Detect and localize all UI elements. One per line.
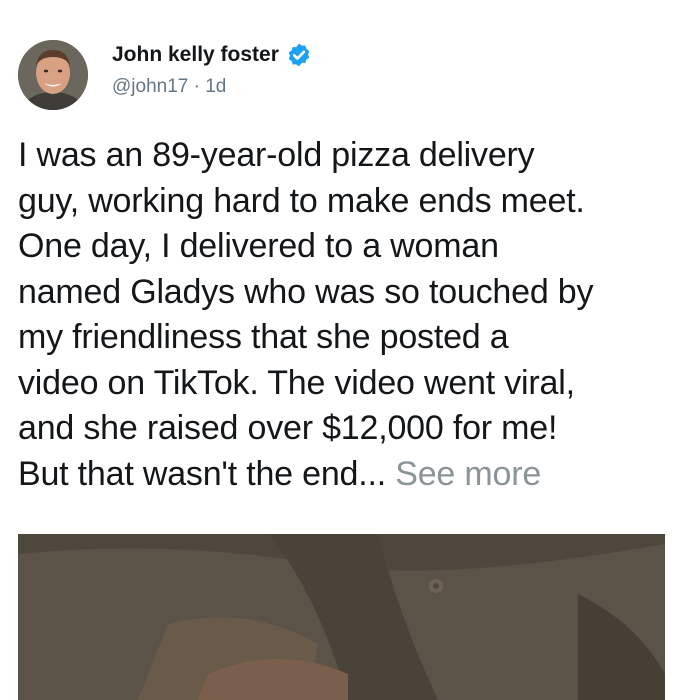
post-body: I was an 89-year-old pizza delivery guy,… — [18, 133, 688, 497]
post-header: John kelly foster @john17 · 1d — [18, 40, 682, 110]
see-more-link[interactable]: See more — [395, 455, 541, 493]
author-row: John kelly foster — [112, 42, 312, 68]
body-line: video on TikTok. The video went viral, — [18, 363, 575, 402]
body-line-end: But that wasn't the end... — [18, 454, 386, 493]
verified-badge-icon — [286, 42, 312, 68]
body-line: my friendliness that she posted a — [18, 318, 509, 356]
post-media-image[interactable] — [18, 534, 665, 700]
media-photo — [18, 534, 665, 700]
body-line: I was an 89-year-old pizza delivery — [18, 136, 535, 174]
handle-row: @john17 · 1d — [112, 76, 226, 98]
body-line: guy, working hard to make ends meet. — [18, 181, 585, 220]
body-line: One day, I delivered to a woman — [18, 227, 499, 265]
body-line: named Gladys who was so touched by — [18, 272, 594, 311]
author-handle[interactable]: @john17 — [112, 76, 188, 97]
avatar-photo — [18, 40, 88, 110]
body-last-line: But that wasn't the end... See more — [18, 452, 688, 498]
body-line: and she raised over $12,000 for me! — [18, 409, 558, 447]
separator: · — [193, 76, 200, 97]
avatar[interactable] — [18, 40, 88, 110]
timestamp[interactable]: 1d — [205, 76, 226, 97]
author-name[interactable]: John kelly foster — [112, 43, 279, 67]
